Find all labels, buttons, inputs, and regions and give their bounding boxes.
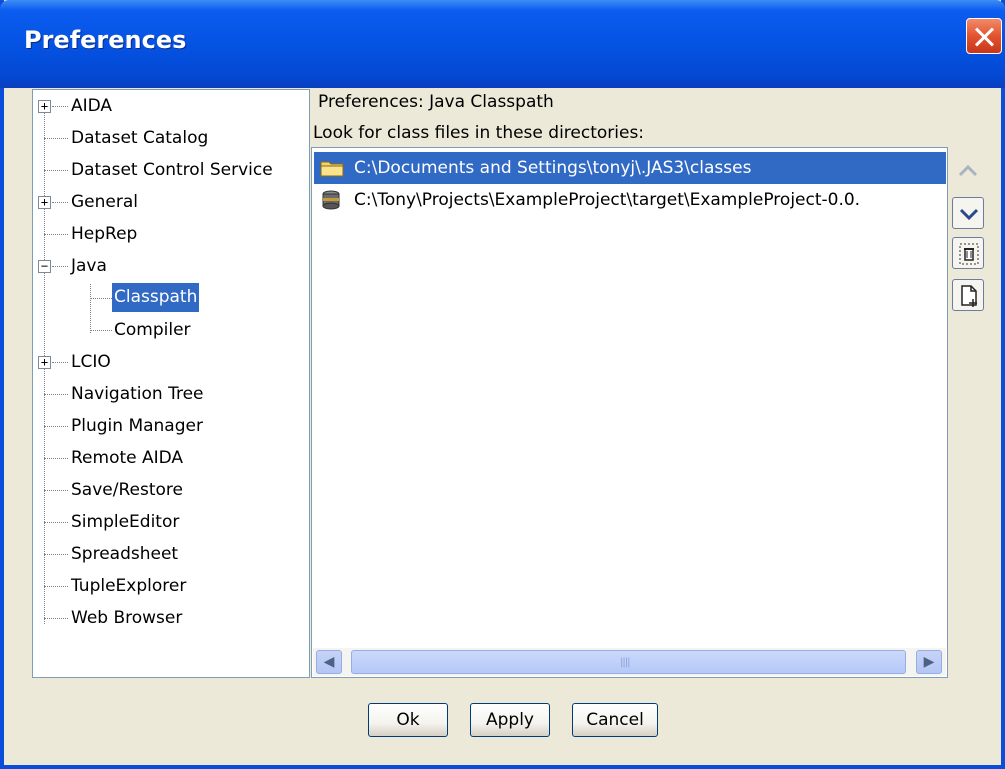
tree-connector bbox=[52, 362, 68, 363]
move-down-button[interactable] bbox=[952, 197, 984, 229]
tree-item-label: HepRep bbox=[71, 224, 138, 244]
scroll-thumb[interactable]: |||| bbox=[351, 650, 906, 674]
tree-item-label: AIDA bbox=[71, 96, 113, 116]
tree-item-lcio[interactable]: + LCIO bbox=[33, 346, 309, 378]
jar-icon bbox=[322, 190, 340, 210]
trash-icon bbox=[959, 243, 979, 265]
tree-item-remote-aida[interactable]: Remote AIDA bbox=[33, 442, 309, 474]
tree-item-web-browser[interactable]: Web Browser bbox=[33, 602, 309, 634]
tree-connector bbox=[44, 522, 68, 523]
tree-item-label: Dataset Control Service bbox=[71, 160, 273, 180]
tree-item-save-restore[interactable]: Save/Restore bbox=[33, 474, 309, 506]
tree-connector bbox=[44, 618, 68, 619]
window-title: Preferences bbox=[24, 26, 187, 54]
tree-item-label: Compiler bbox=[114, 320, 191, 340]
scroll-left-icon[interactable]: ◀ bbox=[316, 650, 342, 674]
folder-icon bbox=[320, 161, 344, 177]
remove-button[interactable] bbox=[952, 237, 984, 269]
classpath-list[interactable]: C:\Documents and Settings\tonyj\.JAS3\cl… bbox=[311, 147, 948, 678]
tree-connector bbox=[44, 490, 68, 491]
list-item-path: C:\Tony\Projects\ExampleProject\target\E… bbox=[354, 190, 861, 210]
tree-item-label: Remote AIDA bbox=[71, 448, 184, 468]
tree-item-label: Spreadsheet bbox=[71, 544, 179, 564]
tree-connector bbox=[44, 586, 68, 587]
tree-connector bbox=[44, 554, 68, 555]
move-up-button[interactable] bbox=[952, 155, 984, 187]
tree-item-heprep[interactable]: HepRep bbox=[33, 218, 309, 250]
tree-item-label: Dataset Catalog bbox=[71, 128, 209, 148]
tree-item-compiler[interactable]: Compiler bbox=[33, 314, 309, 346]
tree-connector bbox=[52, 266, 68, 267]
scroll-right-icon[interactable]: ▶ bbox=[916, 650, 942, 674]
tree-connector bbox=[44, 138, 68, 139]
list-item-path: C:\Documents and Settings\tonyj\.JAS3\cl… bbox=[354, 158, 752, 178]
tree-item-label: Web Browser bbox=[71, 608, 183, 628]
tree-connector bbox=[44, 458, 68, 459]
apply-button[interactable]: Apply bbox=[470, 703, 550, 737]
ok-button[interactable]: Ok bbox=[368, 703, 448, 737]
tree-connector bbox=[44, 426, 68, 427]
tree-item-label: Classpath bbox=[112, 283, 200, 312]
horizontal-scrollbar[interactable]: ◀ |||| ▶ bbox=[313, 648, 946, 676]
list-item[interactable]: C:\Tony\Projects\ExampleProject\target\E… bbox=[314, 184, 946, 216]
panel-header: Preferences: Java Classpath bbox=[318, 92, 554, 112]
new-file-icon bbox=[961, 285, 977, 307]
list-item[interactable]: C:\Documents and Settings\tonyj\.JAS3\cl… bbox=[314, 152, 946, 184]
chevron-down-icon bbox=[959, 208, 979, 221]
tree-connector bbox=[52, 106, 68, 107]
tree-item-label: Plugin Manager bbox=[71, 416, 203, 436]
expand-icon[interactable]: + bbox=[38, 100, 51, 113]
tree-item-label: SimpleEditor bbox=[71, 512, 180, 532]
tree-item-tupleexplorer[interactable]: TupleExplorer bbox=[33, 570, 309, 602]
tree-item-label: General bbox=[71, 192, 138, 212]
tree-connector bbox=[90, 298, 112, 299]
expand-icon[interactable]: + bbox=[38, 196, 51, 209]
tree-item-plugin-manager[interactable]: Plugin Manager bbox=[33, 410, 309, 442]
close-icon[interactable] bbox=[966, 18, 1002, 54]
tree-item-label: TupleExplorer bbox=[71, 576, 187, 596]
tree-connector bbox=[44, 234, 68, 235]
cancel-button[interactable]: Cancel bbox=[572, 703, 658, 737]
grip-icon: |||| bbox=[620, 657, 631, 668]
expand-icon[interactable]: + bbox=[38, 356, 51, 369]
tree-item-java[interactable]: − Java bbox=[33, 250, 309, 282]
tree-item-simpleeditor[interactable]: SimpleEditor bbox=[33, 506, 309, 538]
tree-connector bbox=[44, 394, 68, 395]
tree-item-general[interactable]: + General bbox=[33, 186, 309, 218]
tree-item-label: Java bbox=[71, 256, 107, 276]
list-label: Look for class files in these directorie… bbox=[313, 123, 645, 143]
title-bar[interactable]: Preferences bbox=[0, 0, 1005, 88]
add-button[interactable] bbox=[952, 279, 984, 311]
tree-item-label: Save/Restore bbox=[71, 480, 183, 500]
tree-item-classpath[interactable]: Classpath bbox=[33, 282, 309, 314]
chevron-up-icon bbox=[958, 164, 978, 177]
tree-connector bbox=[52, 202, 68, 203]
tree-item-dataset-catalog[interactable]: Dataset Catalog bbox=[33, 122, 309, 154]
collapse-icon[interactable]: − bbox=[38, 260, 51, 273]
tree-item-spreadsheet[interactable]: Spreadsheet bbox=[33, 538, 309, 570]
tree-item-aida[interactable]: + AIDA bbox=[33, 90, 309, 122]
tree-item-navigation-tree[interactable]: Navigation Tree bbox=[33, 378, 309, 410]
tree-item-dataset-control-service[interactable]: Dataset Control Service bbox=[33, 154, 309, 186]
tree-connector bbox=[90, 330, 112, 331]
tree-connector bbox=[44, 170, 68, 171]
tree-item-label: Navigation Tree bbox=[71, 384, 204, 404]
tree-item-label: LCIO bbox=[71, 352, 111, 372]
preferences-tree[interactable]: + AIDA Dataset Catalog Dataset Control S… bbox=[32, 89, 310, 678]
